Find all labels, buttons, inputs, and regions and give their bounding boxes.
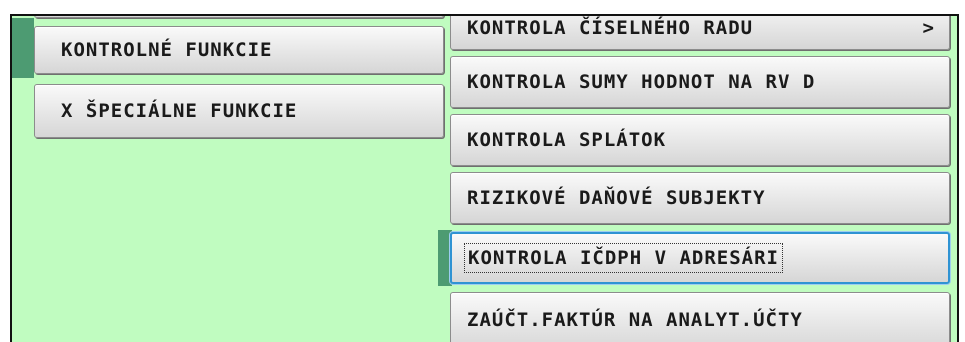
menu-item-label: KONTROLNÉ FUNKCIE xyxy=(61,39,273,61)
submenu-item-label: KONTROLA SPLÁTOK xyxy=(467,129,667,151)
menu-item-kontrolne-funkcie[interactable]: KONTROLNÉ FUNKCIE xyxy=(34,26,444,74)
submenu-item-label: KONTROLA IČDPH V ADRESÁRI xyxy=(464,243,783,273)
submenu-item-kontrola-splatok[interactable]: KONTROLA SPLÁTOK xyxy=(450,114,950,166)
submenu-item-kontrola-ciselneho-radu[interactable]: KONTROLA ČÍSELNÉHO RADU > xyxy=(450,16,950,50)
submenu-item-label: RIZIKOVÉ DAŇOVÉ SUBJEKTY xyxy=(467,187,766,209)
submenu-item-rizikove-danove-subjekty[interactable]: RIZIKOVÉ DAŇOVÉ SUBJEKTY xyxy=(450,172,950,224)
menu-panel: KONTROLNÉ FUNKCIE X ŠPECIÁLNE FUNKCIE KO… xyxy=(10,14,959,342)
submenu-item-zauctovanie-faktur[interactable]: ZAÚČT.FAKTÚR NA ANALYT.ÚČTY xyxy=(450,292,950,342)
left-menu-item-partial[interactable] xyxy=(34,16,444,18)
left-selection-indicator xyxy=(12,18,34,78)
menu-item-specialne-funkcie[interactable]: X ŠPECIÁLNE FUNKCIE xyxy=(34,84,444,138)
submenu-item-label: ZAÚČT.FAKTÚR NA ANALYT.ÚČTY xyxy=(467,309,803,331)
submenu-item-label: KONTROLA ČÍSELNÉHO RADU xyxy=(467,17,754,39)
submenu-item-kontrola-icdph[interactable]: KONTROLA IČDPH V ADRESÁRI xyxy=(450,232,950,284)
submenu-item-kontrola-sumy-hodnot[interactable]: KONTROLA SUMY HODNOT NA RV D xyxy=(450,56,950,108)
menu-item-label: X ŠPECIÁLNE FUNKCIE xyxy=(61,100,298,122)
submenu-item-label: KONTROLA SUMY HODNOT NA RV D xyxy=(467,71,816,93)
submenu-arrow-icon: > xyxy=(922,17,935,39)
